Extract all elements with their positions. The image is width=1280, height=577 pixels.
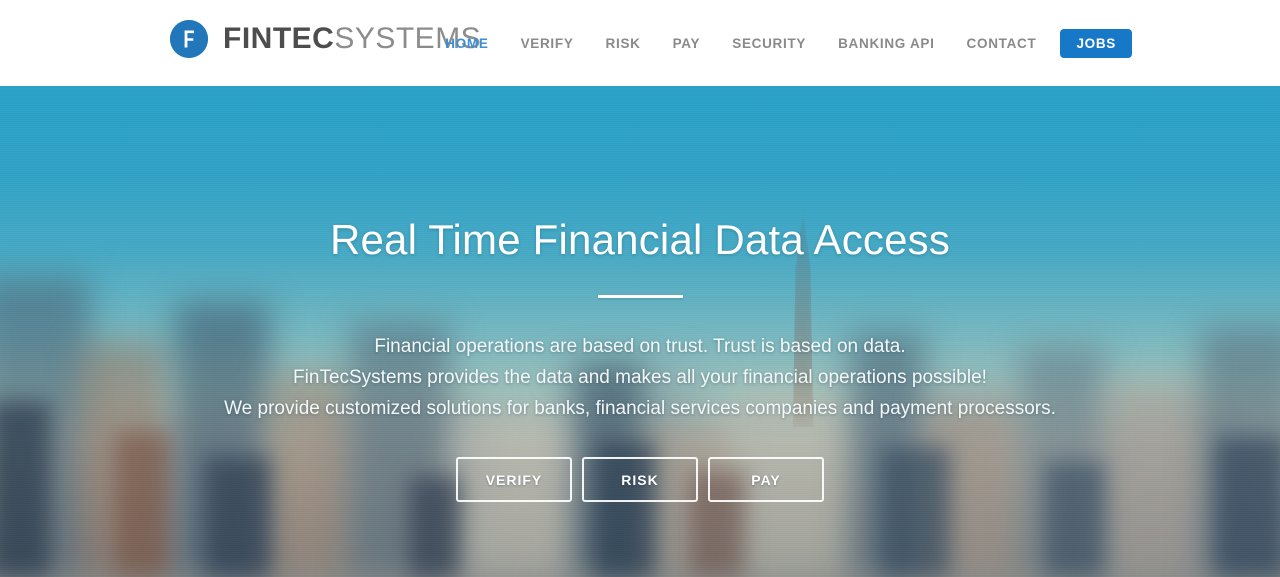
nav-link-contact[interactable]: CONTACT [951, 30, 1053, 57]
hero-content: Real Time Financial Data Access Financia… [0, 86, 1280, 577]
nav-item-jobs: JOBS [1052, 29, 1132, 58]
fintecsystems-circle-f-logo-icon [170, 20, 208, 58]
nav-link-security[interactable]: SECURITY [716, 30, 822, 57]
nav-item-home: HOME [429, 30, 504, 57]
site-header: FINTECSYSTEMS HOME VERIFY RISK PAY SECUR… [0, 0, 1280, 86]
hero-paragraph-line: We provide customized solutions for bank… [224, 398, 1056, 419]
hero-button-risk[interactable]: RISK [582, 457, 698, 502]
nav-item-pay: PAY [657, 30, 717, 57]
hero-paragraph-line: Financial operations are based on trust.… [374, 336, 906, 357]
nav-item-contact: CONTACT [951, 30, 1053, 57]
hero-section: Real Time Financial Data Access Financia… [0, 86, 1280, 577]
nav-item-banking-api: BANKING API [822, 30, 950, 57]
hero-divider [597, 295, 683, 298]
brand-wordmark-primary: FINTEC [223, 22, 335, 55]
nav-link-risk[interactable]: RISK [590, 30, 657, 57]
nav-link-home[interactable]: HOME [429, 30, 504, 57]
main-navigation: HOME VERIFY RISK PAY SECURITY BANKING AP… [429, 29, 1132, 58]
nav-link-banking-api[interactable]: BANKING API [822, 30, 950, 57]
hero-title: Real Time Financial Data Access [329, 216, 951, 263]
nav-link-verify[interactable]: VERIFY [505, 30, 590, 57]
hero-button-pay[interactable]: PAY [708, 457, 824, 502]
nav-link-pay[interactable]: PAY [657, 30, 717, 57]
hero-paragraph-line: FinTecSystems provides the data and make… [293, 367, 987, 388]
nav-item-security: SECURITY [716, 30, 822, 57]
nav-item-risk: RISK [590, 30, 657, 57]
hero-paragraph: Financial operations are based on trust.… [224, 331, 1056, 424]
hero-button-verify[interactable]: VERIFY [456, 457, 572, 502]
nav-item-verify: VERIFY [505, 30, 590, 57]
hero-cta-group: VERIFY RISK PAY [456, 457, 824, 502]
nav-link-jobs-button[interactable]: JOBS [1060, 29, 1132, 58]
